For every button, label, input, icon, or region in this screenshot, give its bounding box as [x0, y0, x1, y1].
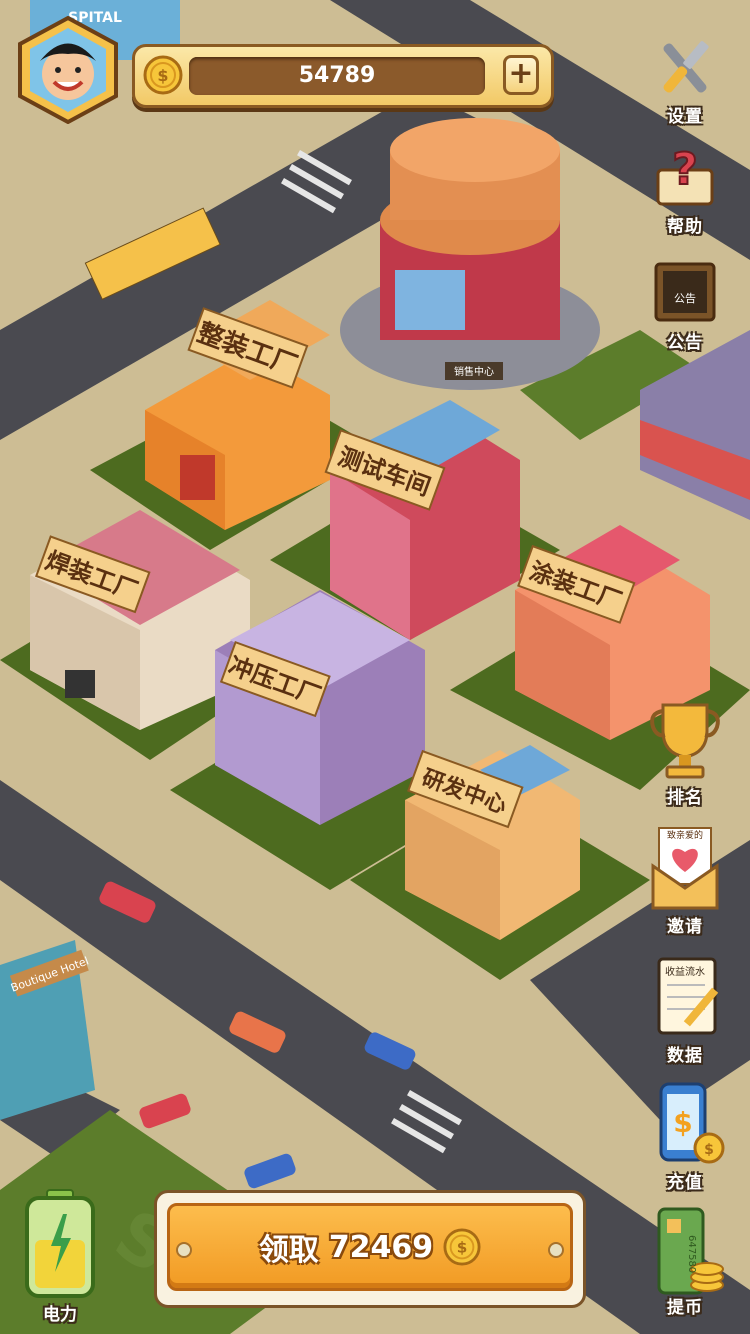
player-avatar[interactable]: [14, 15, 122, 125]
coin-icon: $: [143, 55, 183, 95]
phone-dollar-icon: $ $: [659, 1082, 725, 1164]
city-map: 销售中心 整装工厂 测试车间 焊装工厂 涂装工厂 冲压工厂 研发中心 SPITA…: [0, 0, 750, 1334]
svg-text:$: $: [157, 66, 168, 85]
bank-card-coins-icon: [657, 1207, 724, 1295]
svg-text:$: $: [457, 1239, 468, 1257]
svg-text:?: ?: [672, 144, 698, 195]
recharge-label: 充值: [667, 1173, 703, 1193]
help-label: 帮助: [667, 217, 703, 237]
claim-rivet-left: [176, 1242, 192, 1258]
boutique-hotel: Boutique Hotel: [0, 940, 95, 1120]
invite-button[interactable]: 致亲爱的 邀请: [640, 822, 730, 937]
settings-label: 设置: [667, 107, 703, 127]
coin-balance-value: 54789: [189, 57, 485, 95]
coin-icon: $: [443, 1228, 481, 1266]
car-parked-blue: [244, 1153, 296, 1189]
wrench-screwdriver-icon: [663, 41, 709, 93]
withdraw-label: 提币: [667, 1298, 703, 1318]
power-label: 电力: [43, 1305, 77, 1325]
claim-rivet-right: [548, 1242, 564, 1258]
notice-board-text: 公告: [674, 292, 696, 305]
help-button[interactable]: ? 帮助: [640, 140, 730, 237]
data-book-text: 收益流水: [665, 967, 705, 978]
svg-text:$: $: [704, 1142, 714, 1158]
recharge-button[interactable]: $ $ 充值: [640, 1080, 730, 1193]
notice-label: 公告: [667, 333, 703, 353]
power-button[interactable]: 电力: [18, 1188, 102, 1325]
add-coins-button[interactable]: +: [503, 55, 539, 95]
withdraw-button[interactable]: 647580 提币: [640, 1205, 730, 1318]
claim-label: 领取: [258, 1233, 319, 1268]
claim-button-face: 领取 72469 $: [167, 1203, 573, 1291]
invite-label: 邀请: [667, 917, 703, 937]
notice-button[interactable]: 公告 公告: [640, 256, 730, 353]
claim-button[interactable]: 领取 72469 $: [154, 1190, 586, 1308]
help-book-icon: ?: [656, 143, 714, 206]
invite-card-text: 致亲爱的: [666, 831, 703, 841]
card-number: 647580: [686, 1235, 697, 1274]
sales-center-sign: 销售中心: [445, 362, 503, 380]
data-button[interactable]: 收益流水 数据: [640, 955, 730, 1066]
avatar-portrait: [18, 15, 118, 125]
ranking-button[interactable]: 排名: [640, 695, 730, 808]
battery-icon: [25, 1189, 95, 1298]
trophy-icon: [650, 703, 720, 779]
data-label: 数据: [667, 1046, 703, 1066]
settings-button[interactable]: 设置: [640, 30, 730, 127]
claim-amount: 72469: [328, 1229, 434, 1265]
car-parked-red: [139, 1093, 191, 1129]
ranking-label: 排名: [667, 788, 703, 808]
sales-sign-text: 销售中心: [454, 365, 494, 378]
svg-text:$: $: [673, 1106, 692, 1139]
coin-balance-bar: $ 54789 +: [132, 44, 554, 108]
